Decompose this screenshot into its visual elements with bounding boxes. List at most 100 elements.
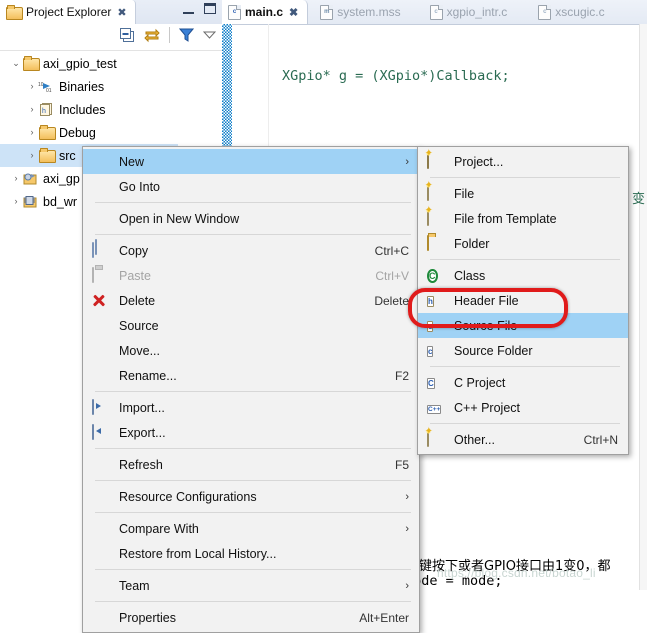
menu-item-export[interactable]: Export... — [83, 420, 419, 445]
menu-item-rename[interactable]: Rename... F2 — [83, 363, 419, 388]
link-with-editor-icon[interactable] — [144, 28, 160, 43]
menu-item-label: Delete — [119, 293, 156, 308]
menu-item-source[interactable]: Source — [83, 313, 419, 338]
tree-item-label: Debug — [59, 125, 96, 140]
collapse-all-icon[interactable] — [120, 27, 135, 43]
context-menu[interactable]: New › Go Into Open in New Window Copy Ct… — [82, 146, 420, 633]
tab-system-mss[interactable]: m system.mss — [308, 0, 409, 24]
menu-separator — [430, 423, 620, 424]
submenu-item-file-from-template[interactable]: ✦ File from Template — [418, 205, 628, 231]
menu-item-move[interactable]: Move... — [83, 338, 419, 363]
menu-item-label: Properties — [119, 610, 176, 625]
menu-item-label: Other... — [454, 432, 495, 447]
menu-item-go-into[interactable]: Go Into — [83, 174, 419, 199]
tab-xscugic-c[interactable]: c xscugic.c — [516, 0, 613, 24]
editor-vertical-scrollbar[interactable] — [639, 24, 647, 590]
menu-item-import[interactable]: Import... — [83, 395, 419, 420]
tree-item-debug[interactable]: › Debug — [0, 121, 222, 144]
tab-xgpio-intr-c[interactable]: c xgpio_intr.c — [410, 0, 517, 24]
menu-item-copy[interactable]: Copy Ctrl+C — [83, 238, 419, 263]
toolbar-separator — [169, 27, 170, 43]
minimize-icon[interactable] — [183, 3, 194, 14]
menu-item-label: File from Template — [454, 211, 557, 226]
new-file-icon: ✦ — [425, 180, 444, 202]
menu-item-shortcut: Alt+Enter — [359, 610, 409, 625]
new-header-file-icon: h — [427, 295, 434, 307]
tab-project-explorer[interactable]: Project Explorer ✖ — [0, 0, 136, 24]
menu-item-properties[interactable]: Properties Alt+Enter — [83, 605, 419, 630]
maximize-icon[interactable] — [204, 3, 216, 14]
chevron-right-icon[interactable]: › — [26, 151, 38, 160]
menu-item-paste: Paste Ctrl+V — [83, 263, 419, 288]
menu-item-label: Move... — [119, 343, 160, 358]
submenu-item-cpp-project[interactable]: C++ C++ Project — [418, 395, 628, 420]
chevron-right-icon[interactable]: › — [26, 82, 38, 91]
submenu-item-c-project[interactable]: C C Project — [418, 370, 628, 395]
submenu-item-source-file[interactable]: c Source File — [418, 313, 628, 338]
folder-icon — [38, 125, 56, 140]
menu-item-compare-with[interactable]: Compare With › — [83, 516, 419, 541]
tab-close-icon[interactable]: ✖ — [289, 6, 298, 19]
menu-item-label: Header File — [454, 293, 519, 308]
submenu-item-other[interactable]: ✦ Other... Ctrl+N — [418, 426, 628, 452]
menu-item-open-in-new-window[interactable]: Open in New Window — [83, 206, 419, 231]
chevron-right-icon[interactable]: › — [26, 105, 38, 114]
tab-main-c[interactable]: c main.c ✖ — [222, 0, 309, 24]
menu-separator — [430, 259, 620, 260]
menu-separator — [430, 177, 620, 178]
menu-item-restore-from-local-history[interactable]: Restore from Local History... — [83, 541, 419, 566]
menu-item-label: Team — [119, 578, 150, 593]
menu-item-label: C Project — [454, 375, 506, 390]
menu-item-shortcut: F2 — [394, 368, 409, 383]
submenu-item-class[interactable]: C Class — [418, 263, 628, 288]
submenu-item-header-file[interactable]: h Header File — [418, 288, 628, 313]
delete-icon — [92, 293, 109, 309]
submenu-item-folder[interactable]: Folder — [418, 231, 628, 256]
new-file-template-icon: ✦ — [425, 205, 444, 227]
menu-separator — [95, 391, 411, 392]
svg-text:h: h — [42, 108, 46, 115]
menu-separator — [95, 601, 411, 602]
menu-separator — [95, 234, 411, 235]
tree-item-axi-gpio-test[interactable]: ⌄ axi_gpio_test — [0, 52, 222, 75]
menu-item-refresh[interactable]: Refresh F5 — [83, 452, 419, 477]
menu-separator — [95, 480, 411, 481]
menu-item-label: Export... — [119, 425, 166, 440]
new-other-icon: ✦ — [425, 426, 444, 448]
close-icon[interactable]: ✖ — [117, 6, 126, 19]
new-source-folder-icon: c — [427, 345, 434, 357]
new-submenu[interactable]: ✦ Project... ✦ File ✦ File from Template… — [417, 146, 629, 455]
chevron-down-icon[interactable]: ⌄ — [10, 59, 22, 68]
new-project-icon: ✦ — [425, 148, 444, 170]
menu-item-label: Resource Configurations — [119, 489, 257, 504]
c-file-icon: c — [538, 4, 552, 20]
menu-item-delete[interactable]: Delete Delete — [83, 288, 419, 313]
filter-icon[interactable] — [179, 28, 194, 42]
submenu-item-file[interactable]: ✦ File — [418, 180, 628, 206]
editor-tab-strip: c main.c ✖ m system.mss c xgpio_intr.c c… — [222, 0, 647, 25]
menu-item-label: Go Into — [119, 179, 160, 194]
hardware-icon — [22, 194, 39, 209]
project-explorer-icon — [5, 4, 23, 20]
mss-file-icon: m — [320, 4, 334, 20]
chevron-right-icon[interactable]: › — [10, 174, 22, 183]
svg-text:01: 01 — [46, 88, 52, 94]
tree-item-binaries[interactable]: › 10 01 Binaries — [0, 75, 222, 98]
menu-item-new[interactable]: New › — [83, 149, 419, 174]
submenu-item-project[interactable]: ✦ Project... — [418, 148, 628, 174]
menu-separator — [95, 569, 411, 570]
chevron-right-icon[interactable]: › — [26, 128, 38, 137]
tree-item-includes[interactable]: › h Includes — [0, 98, 222, 121]
tab-label: xscugic.c — [555, 5, 605, 19]
view-menu-icon[interactable] — [203, 30, 216, 40]
chevron-right-icon[interactable]: › — [10, 197, 22, 206]
menu-item-resource-configurations[interactable]: Resource Configurations › — [83, 484, 419, 509]
menu-item-label: Source — [119, 318, 159, 333]
project-explorer-toolbar — [0, 24, 222, 51]
tree-item-label: axi_gp — [43, 171, 80, 186]
chevron-right-icon: › — [405, 490, 409, 503]
menu-item-team[interactable]: Team › — [83, 573, 419, 598]
tab-label: xgpio_intr.c — [446, 5, 508, 19]
chevron-right-icon: › — [405, 522, 409, 535]
submenu-item-source-folder[interactable]: c Source Folder — [418, 338, 628, 363]
